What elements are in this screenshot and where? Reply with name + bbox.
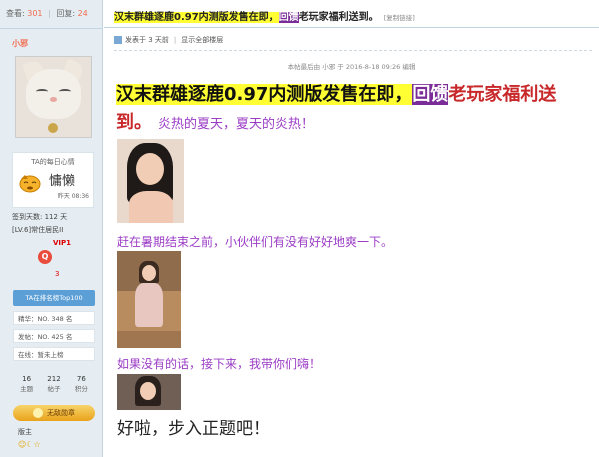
count-points[interactable]: 76 积分 [75,375,88,393]
author-name[interactable]: 小邪 [0,29,102,52]
count-posts[interactable]: 212 帖子 [47,375,60,393]
vip-badge-icon[interactable]: Q [38,250,52,264]
views-count: 301 [27,9,43,18]
medal-icon [33,408,43,418]
member-counts: 16 主题 212 帖子 76 积分 [13,375,95,393]
image-floor [117,331,181,348]
badge-icons: ☺☾☆ [18,440,41,449]
edit-notice: 本帖最后由 小邪 于 2016-8-18 09:26 编辑 [287,63,416,71]
post-meta: 发表于 3 天前 | 显示全部楼层 [114,35,223,45]
author-sidebar: 查看: 301 | 回复: 24 小邪 TA的每日心情 慵懒 昨天 08:36 … [0,0,103,457]
title-part2: 老玩家福利送到。 [298,12,379,23]
thread-stats: 查看: 301 | 回复: 24 [0,0,102,29]
post-text-3: 好啦，步入正题吧！ [117,419,270,439]
show-all-floors-link[interactable]: 显示全部楼层 [181,36,223,44]
image-figure-face [136,153,164,185]
post-text-1: 赶在暑期结束之前，小伙伴们有没有好好地爽一下。 [117,235,394,249]
count-topics[interactable]: 16 主题 [20,375,33,393]
online-status-icon [114,36,122,44]
post-image-2[interactable] [117,251,181,348]
count-label: 帖子 [47,385,61,393]
count-label: 积分 [74,385,88,393]
headline-part1: 汉末群雄逐鹿0.97内测版发售在即， [116,84,413,105]
checkin-days: 签到天数: 112 天 [12,213,68,221]
member-level: [LV.6]常住居民II [12,226,64,234]
post-headline: 汉末群雄逐鹿0.97内测版发售在即，回馈老玩家福利送到。 炎热的夏天，夏天的炎热！ [116,81,586,139]
headline-highlight: 回馈 [412,84,449,105]
sleepy-face-icon [19,175,41,193]
replies-label: 回复: [56,9,76,18]
image-figure-body [129,191,173,223]
post-text-2: 如果没有的话，接下来，我带你们嗨！ [117,357,322,371]
count-value: 16 [22,375,32,383]
stats-separator: | [48,9,51,18]
cat-face [26,69,81,119]
medal-label: 无敌勋章 [47,409,75,417]
rank-row-posts: 发帖：NO. 425 名 [13,329,95,343]
medal-badge[interactable]: 无敌勋章 [13,405,95,421]
title-part1: 汉末群雄逐鹿0.97内测版发售在即， [114,12,279,23]
post-content: 汉末群雄逐鹿0.97内测版发售在即，回馈老玩家福利送到。 [复制链接] 发表于 3… [104,0,599,457]
image-figure-face [140,382,156,400]
mood-title: TA的每日心情 [31,158,75,166]
thread-header: 汉末群雄逐鹿0.97内测版发售在即，回馈老玩家福利送到。 [复制链接] [104,0,599,28]
rank-row-online: 在线：暂未上榜 [13,347,95,361]
count-label: 主题 [20,385,34,393]
vip-label: VIP1 [53,239,72,247]
count-value: 76 [76,375,86,383]
member-info: 签到天数: 112 天 [LV.6]常住居民II [12,211,67,237]
image-figure-face [142,265,156,281]
views-label: 查看: [6,9,25,18]
vip-number: 3 [55,270,60,278]
image-figure-body [135,283,163,327]
rank-row-digest: 精华：NO. 348 名 [13,311,95,325]
cat-nose [50,97,57,102]
cat-eye-right [59,89,71,94]
post-image-3[interactable] [117,374,181,410]
meta-separator: | [173,36,177,44]
count-value: 212 [47,375,61,383]
title-highlight: 回馈 [278,12,299,23]
moderator-label: 版主 [18,428,32,436]
replies-count: 24 [77,9,88,18]
thread-title: 汉末群雄逐鹿0.97内测版发售在即，回馈老玩家福利送到。 [复制链接] [114,8,415,23]
headline-subtitle: 炎热的夏天，夏天的炎热！ [158,117,315,132]
posted-time: 发表于 3 天前 [125,36,169,44]
meta-divider [114,50,592,51]
rank-top100-button[interactable]: TA在排名榜Top100 [13,290,95,306]
copy-link-button[interactable]: [复制链接] [384,14,415,22]
post-image-1[interactable] [117,139,184,223]
bell-icon [48,123,58,133]
mood-text: 慵懒 [49,174,76,189]
daily-mood: TA的每日心情 慵懒 昨天 08:36 [12,152,94,208]
cat-eye-left [36,89,48,94]
mood-time: 昨天 08:36 [57,193,89,200]
avatar[interactable] [15,56,92,138]
